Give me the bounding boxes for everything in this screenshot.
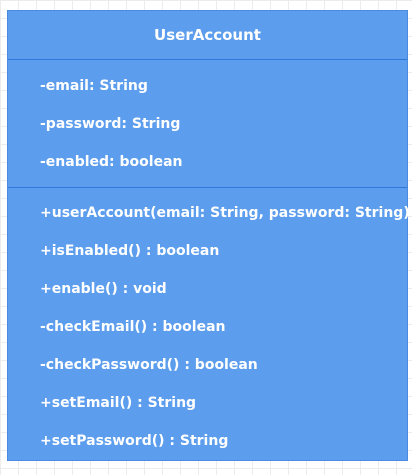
- operation-user-account: +userAccount(email: String, password: St…: [40, 205, 410, 221]
- attribute-password: -password: String: [40, 116, 181, 132]
- class-name: UserAccount: [154, 26, 261, 44]
- class-name-section: UserAccount: [8, 11, 407, 60]
- attribute-email: -email: String: [40, 78, 148, 94]
- operation-check-password: -checkPassword() : boolean: [40, 357, 258, 373]
- operation-check-email: -checkEmail() : boolean: [40, 319, 226, 335]
- operation-set-email: +setEmail() : String: [40, 395, 197, 411]
- attribute-enabled: -enabled: boolean: [40, 154, 183, 170]
- operations-section: +userAccount(email: String, password: St…: [8, 188, 410, 460]
- attributes-section: -email: String -password: String -enable…: [8, 60, 407, 188]
- operation-set-password: +setPassword() : String: [40, 433, 229, 449]
- uml-class-box[interactable]: UserAccount -email: String -password: St…: [7, 10, 410, 461]
- operation-enable: +enable() : void: [40, 281, 167, 297]
- operation-is-enabled: +isEnabled() : boolean: [40, 243, 220, 259]
